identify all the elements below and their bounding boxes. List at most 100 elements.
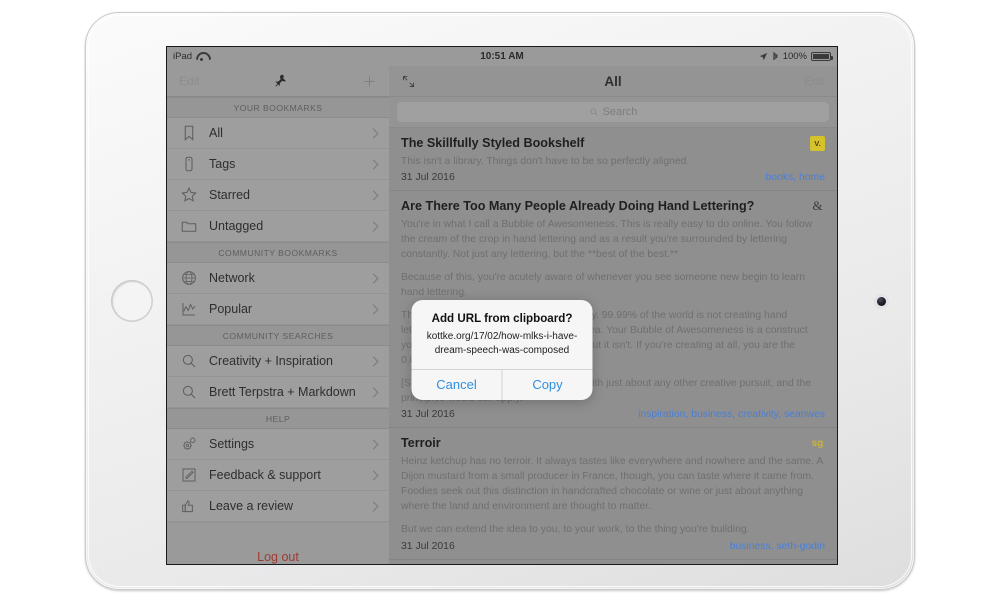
chevron-right-icon bbox=[372, 386, 379, 398]
star-icon bbox=[181, 187, 197, 202]
bookmark-footer: 31 Jul 2016 inspiration, business, creat… bbox=[401, 409, 825, 420]
sidebar-item-label: Untagged bbox=[209, 219, 264, 233]
bluetooth-icon bbox=[773, 51, 778, 60]
alert-actions: Cancel Copy bbox=[411, 369, 593, 400]
sidebar-item-feedback-support[interactable]: Feedback & support bbox=[167, 460, 389, 491]
sidebar-item-label: Leave a review bbox=[209, 499, 294, 513]
sidebar-item-brett-terpstra-markdown[interactable]: Brett Terpstra + Markdown bbox=[167, 377, 389, 408]
section-header-community-bookmarks: COMMUNITY BOOKMARKS bbox=[167, 242, 389, 263]
chevron-right-icon bbox=[372, 127, 379, 139]
bookmark-tags[interactable]: business, seth-godin bbox=[730, 541, 825, 552]
chevron-right-icon bbox=[372, 189, 379, 201]
sidebar-item-starred[interactable]: Starred bbox=[167, 180, 389, 211]
sidebar-item-all[interactable]: All bbox=[167, 118, 389, 149]
expand-arrows-icon[interactable] bbox=[401, 74, 416, 89]
sidebar-sections: YOUR BOOKMARKS All Tags Starred Untagged… bbox=[167, 97, 389, 522]
bookmark-title: Terroir bbox=[401, 436, 441, 451]
bookmark-description: This isn't a library. Things don't have … bbox=[401, 155, 690, 167]
list-item[interactable]: Terroir sg Heinz ketchup has no terroir.… bbox=[389, 428, 837, 560]
sidebar-item-creativity-inspiration[interactable]: Creativity + Inspiration bbox=[167, 346, 389, 377]
status-bar-left: iPad bbox=[173, 51, 207, 62]
sidebar-edit-button[interactable]: Edit bbox=[179, 74, 200, 88]
sidebar-spacer bbox=[167, 522, 389, 550]
section-header-community-searches: COMMUNITY SEARCHES bbox=[167, 325, 389, 346]
sidebar-item-label: Feedback & support bbox=[209, 468, 321, 482]
bookmark-date: 31 Jul 2016 bbox=[401, 409, 455, 421]
chevron-right-icon bbox=[372, 438, 379, 450]
sidebar-item-label: Popular bbox=[209, 302, 253, 316]
plus-icon[interactable] bbox=[362, 74, 377, 89]
bookmark-date: 31 Jul 2016 bbox=[401, 540, 455, 552]
detail-navbar: All Edit bbox=[389, 66, 837, 97]
bookmark-tags[interactable]: inspiration, business, creativity, seanw… bbox=[638, 409, 825, 420]
list-item[interactable]: How to Write With Substance Half the bat… bbox=[389, 560, 837, 564]
folder-icon bbox=[181, 221, 197, 232]
bookmark-icon bbox=[184, 125, 194, 141]
sidebar-item-label: Starred bbox=[209, 188, 250, 202]
sidebar-item-network[interactable]: Network bbox=[167, 263, 389, 294]
search-icon bbox=[182, 354, 196, 368]
chart-icon bbox=[182, 303, 196, 316]
bookmark-footer: 31 Jul 2016 business, seth-godin bbox=[401, 541, 825, 552]
chevron-right-icon bbox=[372, 355, 379, 367]
bookmark-description: Heinz ketchup has no terroir. It always … bbox=[401, 456, 823, 513]
status-bar-right: 100% bbox=[759, 51, 833, 62]
detail-title: All bbox=[604, 73, 622, 89]
alert-message: kottke.org/17/02/how-mlks-i-have-dream-s… bbox=[426, 331, 578, 356]
bookmark-header: The Skillfully Styled Bookshelf V. bbox=[401, 136, 825, 152]
add-url-alert-dialog: Add URL from clipboard? kottke.org/17/02… bbox=[411, 300, 593, 400]
wifi-icon bbox=[196, 52, 207, 61]
bookmark-header: Are There Too Many People Already Doing … bbox=[401, 198, 825, 215]
gear-icon bbox=[183, 437, 196, 450]
chevron-right-icon bbox=[372, 220, 379, 232]
globe-icon bbox=[182, 271, 196, 285]
home-button[interactable] bbox=[111, 280, 153, 322]
bookmark-footer: 31 Jul 2016 books, home bbox=[401, 172, 825, 183]
sidebar-item-tags[interactable]: Tags bbox=[167, 149, 389, 180]
front-camera bbox=[877, 297, 886, 306]
yellow-square-favicon: V. bbox=[810, 136, 825, 151]
sidebar-item-label: Settings bbox=[209, 437, 255, 451]
compose-icon bbox=[182, 468, 196, 482]
section-header-help: HELP bbox=[167, 408, 389, 429]
section-header-your-bookmarks: YOUR BOOKMARKS bbox=[167, 97, 389, 118]
search-input[interactable]: Search bbox=[397, 102, 829, 122]
sidebar-item-popular[interactable]: Popular bbox=[167, 294, 389, 325]
search-placeholder: Search bbox=[602, 106, 638, 118]
logout-button[interactable]: Log out bbox=[167, 550, 389, 564]
alert-body: Add URL from clipboard? kottke.org/17/02… bbox=[412, 300, 593, 369]
pushpin-icon[interactable] bbox=[273, 73, 289, 89]
sidebar-item-label: Tags bbox=[209, 157, 236, 171]
chevron-right-icon bbox=[372, 158, 379, 170]
battery-full-icon bbox=[811, 52, 833, 61]
sidebar-item-label: Brett Terpstra + Markdown bbox=[209, 385, 356, 399]
location-arrow-icon bbox=[759, 52, 767, 61]
sg-favicon: sg bbox=[811, 438, 824, 450]
ipad-screen: iPad 10:51 AM 100% Edit YOUR BOOKMARKS A… bbox=[166, 46, 838, 565]
detail-edit-button[interactable]: Edit bbox=[804, 74, 825, 88]
bookmark-description-2: Because of this, you're acutely aware of… bbox=[401, 271, 805, 298]
bookmark-header: Terroir sg bbox=[401, 436, 825, 452]
sidebar-item-leave-a-review[interactable]: Leave a review bbox=[167, 491, 389, 522]
sidebar-navbar: Edit bbox=[167, 66, 389, 97]
alert-title: Add URL from clipboard? bbox=[431, 312, 573, 325]
search-icon bbox=[590, 108, 598, 116]
search-icon bbox=[182, 385, 196, 399]
chevron-right-icon bbox=[372, 469, 379, 481]
ipad-device-frame: iPad 10:51 AM 100% Edit YOUR BOOKMARKS A… bbox=[85, 12, 915, 590]
bookmark-tags[interactable]: books, home bbox=[766, 172, 826, 183]
copy-button[interactable]: Copy bbox=[501, 370, 593, 400]
list-item[interactable]: The Skillfully Styled Bookshelf V. This … bbox=[389, 128, 837, 191]
sidebar: Edit YOUR BOOKMARKS All Tags Starred Unt… bbox=[167, 66, 389, 564]
cancel-button[interactable]: Cancel bbox=[412, 370, 502, 400]
sidebar-item-settings[interactable]: Settings bbox=[167, 429, 389, 460]
search-bar-container: Search bbox=[389, 97, 837, 128]
bookmark-title: Are There Too Many People Already Doing … bbox=[401, 198, 755, 213]
status-bar: iPad 10:51 AM 100% bbox=[167, 47, 837, 66]
status-bar-time: 10:51 AM bbox=[480, 51, 524, 62]
bookmark-description: You're in what I call a Bubble of Awesom… bbox=[401, 218, 813, 260]
bookmark-date: 31 Jul 2016 bbox=[401, 171, 455, 183]
sidebar-item-untagged[interactable]: Untagged bbox=[167, 211, 389, 242]
ampersand-favicon: & bbox=[812, 198, 823, 214]
thumbs-up-icon bbox=[182, 500, 193, 513]
